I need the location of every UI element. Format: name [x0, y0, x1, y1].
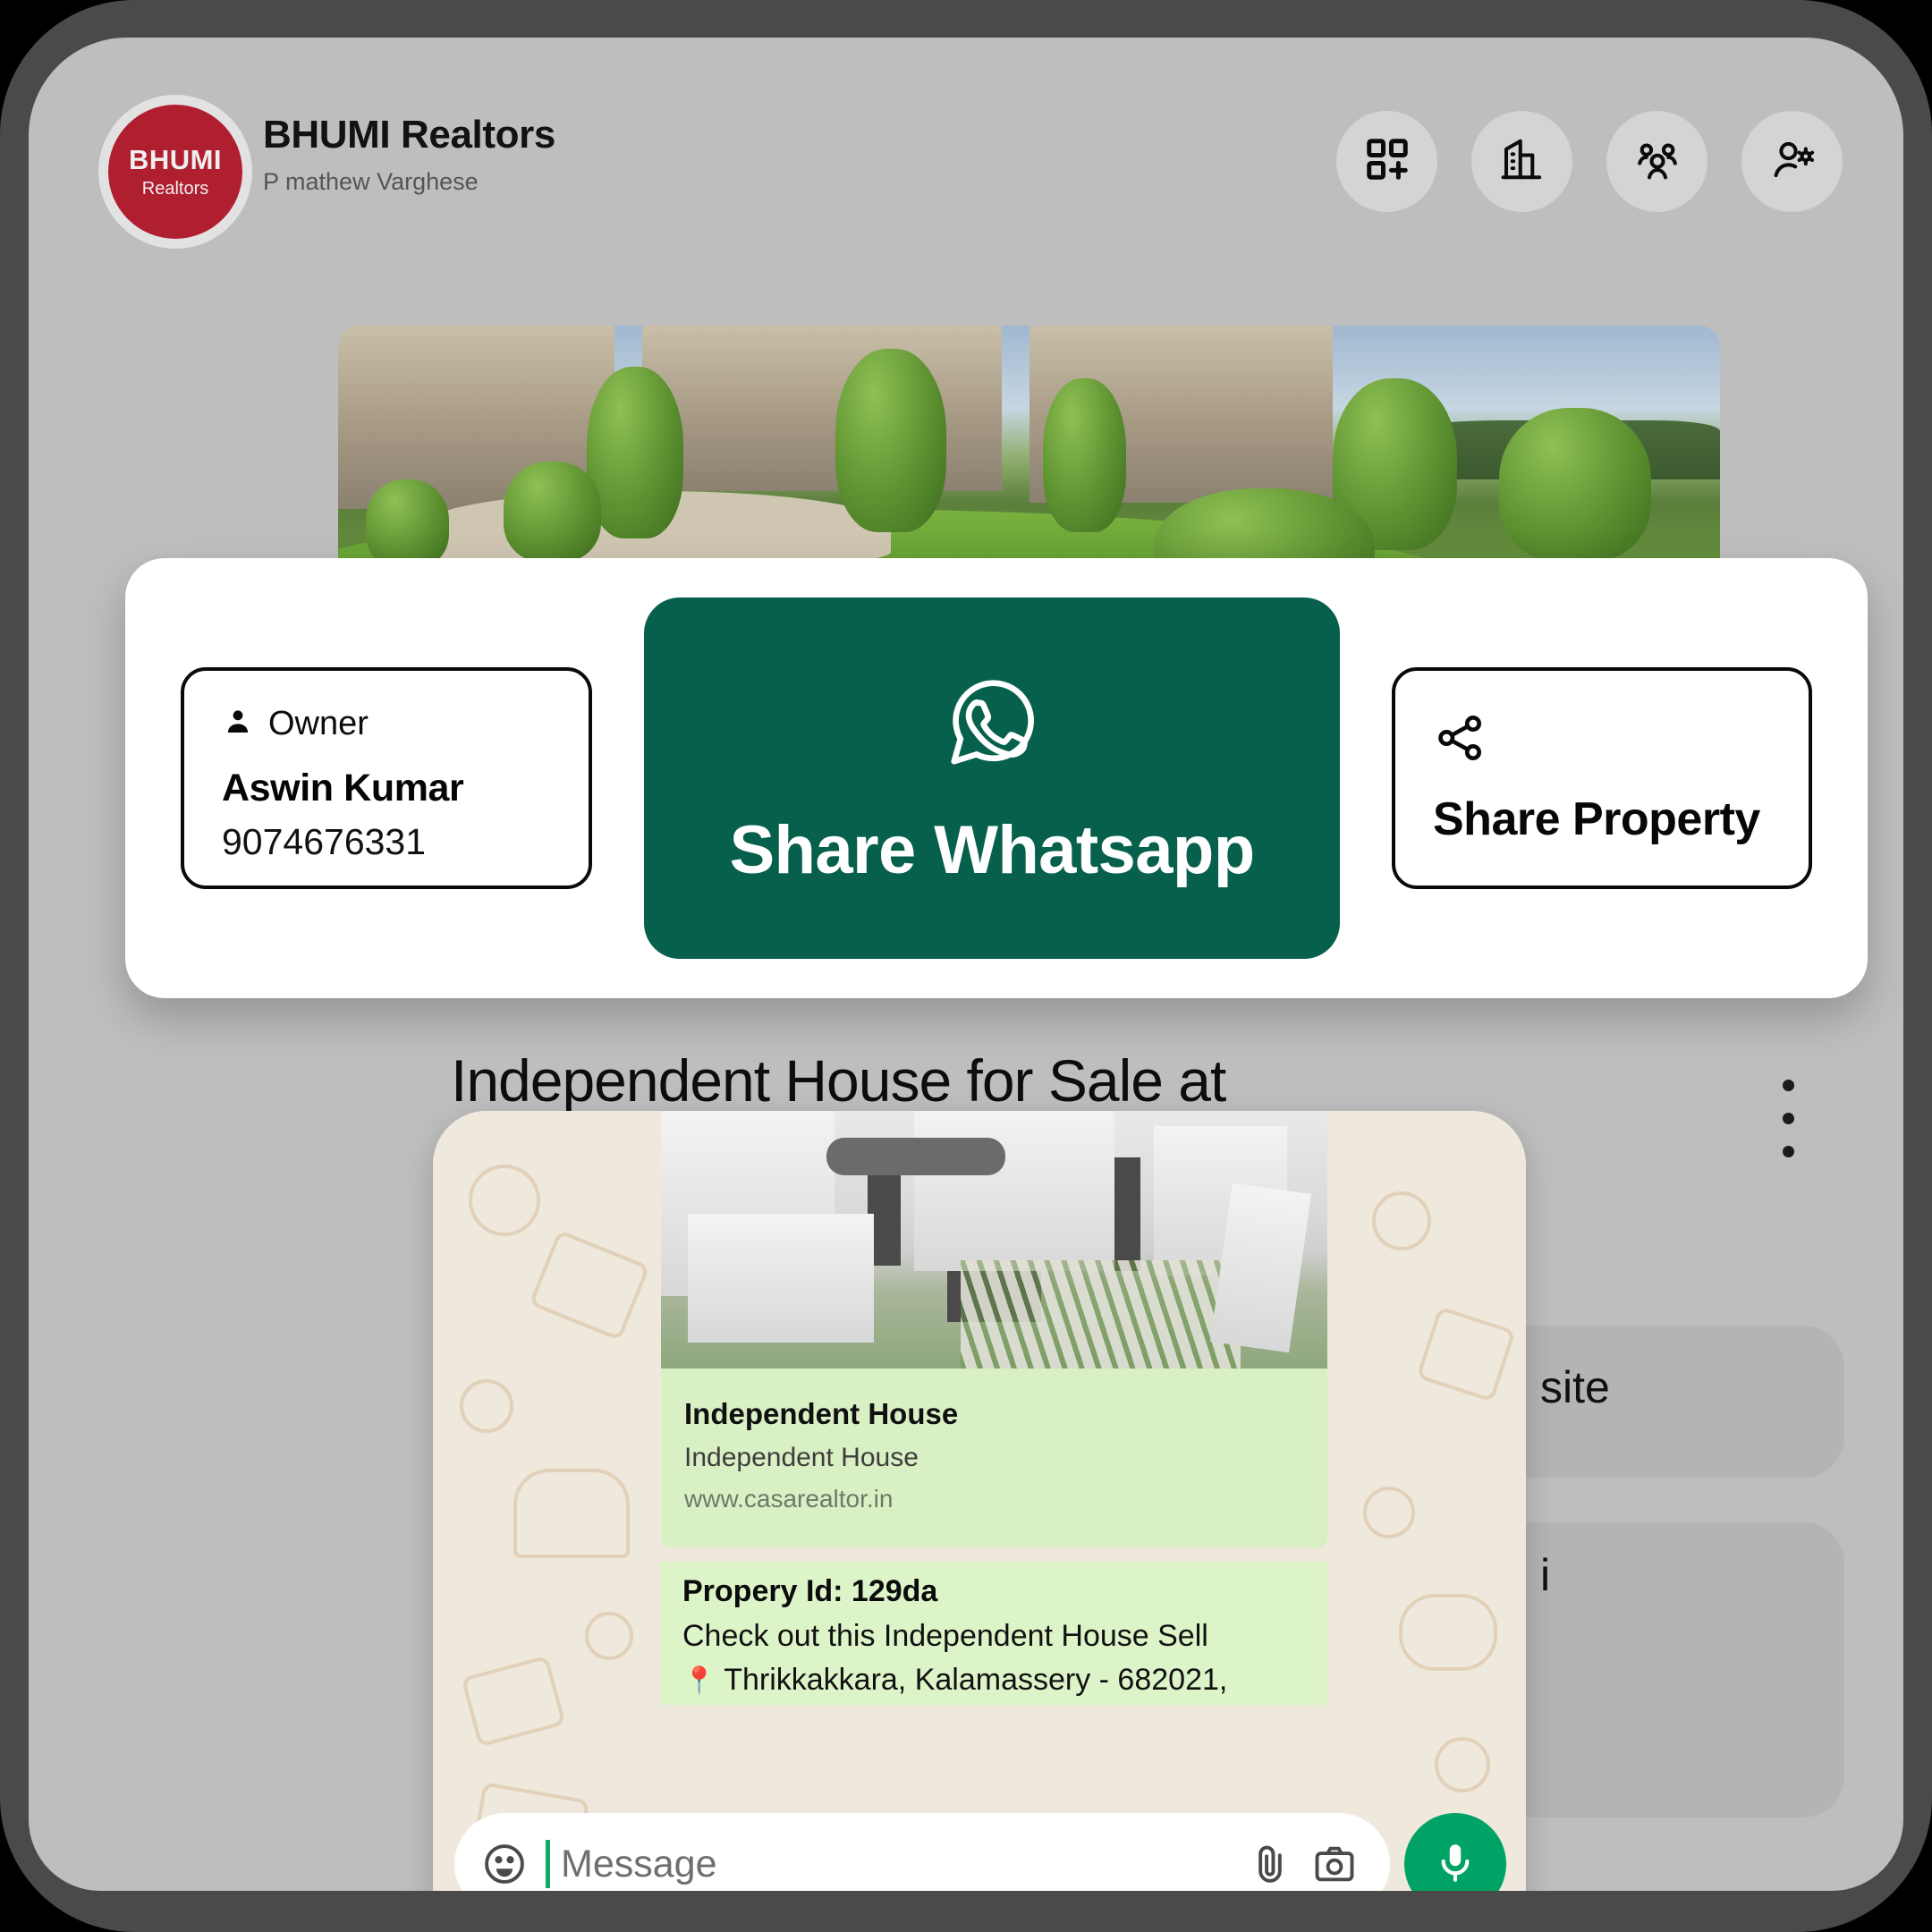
property-listing-title: Independent House for Sale at [451, 1047, 1226, 1114]
hero-shrub-6 [1498, 408, 1651, 562]
background-action-pill-2-label: i [1540, 1550, 1551, 1600]
page-title: BHUMI Realtors [263, 113, 555, 157]
building-icon [1498, 135, 1546, 188]
message-input-bar[interactable]: Message [454, 1813, 1390, 1891]
kebab-dot-2 [1783, 1113, 1794, 1124]
owner-name: Aswin Kumar [222, 767, 464, 809]
header-actions [1336, 89, 1843, 233]
hero-house-mid [641, 326, 1002, 491]
whatsapp-composer: Message [433, 1809, 1526, 1891]
app-header: BHUMI Realtors BHUMI Realtors P mathew V… [29, 38, 1903, 261]
hero-shrub-8 [365, 479, 449, 568]
user-settings-icon [1768, 135, 1817, 188]
hero-shrub-2 [835, 349, 946, 532]
share-property-button[interactable]: Share Property [1392, 667, 1812, 889]
photo-redaction-bar [826, 1138, 1005, 1175]
whatsapp-preview-mockup: Independent House Independent House www.… [433, 1111, 1526, 1891]
kebab-dot-1 [1783, 1080, 1794, 1091]
grid-add-icon [1363, 135, 1411, 188]
person-icon [222, 706, 254, 742]
brand-logo: BHUMI Realtors [108, 105, 242, 239]
owner-info-card: Owner Aswin Kumar 9074676331 [181, 667, 592, 889]
share-property-label: Share Property [1433, 793, 1760, 845]
message-line-3: 📍 Thrikkakkara, Kalamassery - 682021, [682, 1663, 1306, 1698]
grid-add-button[interactable] [1336, 111, 1437, 212]
kebab-dot-3 [1783, 1146, 1794, 1157]
brand-text-block: BHUMI Realtors P mathew Varghese [263, 113, 555, 196]
message-line-2: Check out this Independent House Sell [682, 1619, 1208, 1653]
photo-paving [961, 1260, 1241, 1368]
contacts-button[interactable] [1606, 111, 1707, 212]
overflow-menu-button[interactable] [1783, 1080, 1794, 1157]
app-surface: BHUMI Realtors BHUMI Realtors P mathew V… [29, 38, 1903, 1891]
emoji-icon[interactable] [481, 1841, 528, 1887]
brand-logo-sub-text: Realtors [141, 179, 209, 199]
share-options-overlay: Owner Aswin Kumar 9074676331 Share Whats… [125, 558, 1868, 998]
link-preview-title: Independent House [684, 1397, 959, 1430]
account-settings-button[interactable] [1741, 111, 1843, 212]
paperclip-icon[interactable] [1247, 1841, 1293, 1887]
owner-label: Owner [268, 705, 369, 742]
link-preview-card[interactable]: Independent House Independent House www.… [661, 1368, 1327, 1547]
shared-property-photo [661, 1111, 1327, 1368]
message-property-id: Propery Id: 129da [682, 1574, 938, 1608]
link-preview-url: www.casarealtor.in [684, 1485, 894, 1513]
account-name: P mathew Varghese [263, 168, 479, 195]
location-pin-icon: 📍 [682, 1666, 716, 1696]
owner-card-header: Owner [222, 705, 551, 743]
hero-shrub-7 [504, 461, 601, 562]
people-group-icon [1633, 135, 1682, 188]
text-cursor [546, 1840, 550, 1888]
share-whatsapp-label: Share Whatsapp [729, 811, 1255, 888]
voice-record-button[interactable] [1404, 1813, 1506, 1891]
whatsapp-icon [939, 668, 1045, 774]
background-action-pill-1-label: site [1540, 1362, 1610, 1412]
message-input[interactable]: Message [561, 1843, 1229, 1886]
share-network-icon [1433, 710, 1809, 766]
message-bubble-text: Propery Id: 129da Check out this Indepen… [661, 1562, 1327, 1705]
brand-avatar[interactable]: BHUMI Realtors [98, 95, 252, 249]
share-whatsapp-button[interactable]: Share Whatsapp [644, 597, 1340, 959]
hero-shrub-1 [587, 367, 684, 538]
link-preview-subtitle: Independent House [684, 1443, 919, 1472]
camera-icon[interactable] [1311, 1841, 1358, 1887]
properties-button[interactable] [1450, 89, 1594, 233]
owner-phone[interactable]: 9074676331 [222, 821, 551, 863]
device-frame: BHUMI Realtors BHUMI Realtors P mathew V… [0, 0, 1932, 1932]
message-line-3-text: Thrikkakkara, Kalamassery - 682021, [724, 1663, 1228, 1697]
hero-shrub-3 [1042, 378, 1126, 532]
microphone-icon [1433, 1840, 1478, 1889]
brand-logo-main-text: BHUMI [128, 144, 223, 175]
